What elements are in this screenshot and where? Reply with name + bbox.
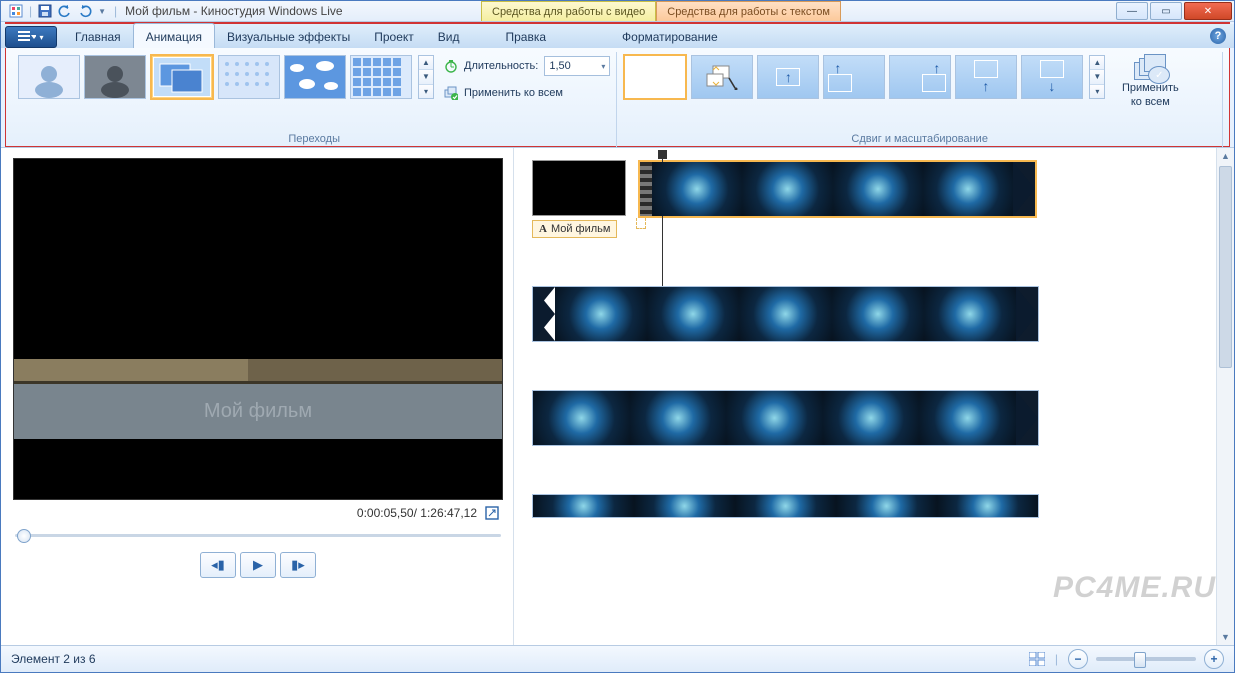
- panzoom-thumb-in-right[interactable]: ↑: [889, 55, 951, 99]
- watermark: PC4ME.RU: [1053, 571, 1216, 605]
- transitions-gallery-scroll[interactable]: ▲▼▾: [418, 55, 434, 99]
- preview-pane: Мой фильм 0:00:05,50/ 1:26:47,12 ◂▮ ▶ ▮▸: [1, 148, 513, 645]
- panzoom-thumb-auto[interactable]: [691, 55, 753, 99]
- clip-strip-4[interactable]: [532, 494, 1039, 518]
- play-button[interactable]: ▶: [240, 552, 276, 578]
- tab-project[interactable]: Проект: [362, 24, 426, 48]
- transition-thumb-1[interactable]: [18, 55, 80, 99]
- clip-strip-2[interactable]: [532, 286, 1039, 342]
- app-menu-button[interactable]: ▾: [5, 26, 57, 48]
- timer-icon: [444, 59, 458, 73]
- transition-thumb-2[interactable]: [84, 55, 146, 99]
- tab-view[interactable]: Вид: [426, 24, 472, 48]
- timeline-row-2: [532, 286, 1224, 342]
- transition-thumb-selected[interactable]: [150, 54, 214, 100]
- app-icon: [9, 4, 23, 18]
- panzoom-thumb-none[interactable]: [623, 54, 687, 100]
- zoom-in-button[interactable]: +: [1204, 649, 1224, 669]
- transition-thumb-5[interactable]: [284, 55, 346, 99]
- panzoom-gallery: ↑ ↑ ↑ ↑ ↓ ▲▼▾: [623, 54, 1105, 100]
- maximize-button[interactable]: ▭: [1150, 2, 1182, 20]
- view-thumbnails-icon[interactable]: [1029, 652, 1045, 666]
- transition-thumb-4[interactable]: [218, 55, 280, 99]
- timeline-pane: A Мой фильм: [513, 148, 1234, 645]
- timeline-row-4: [532, 494, 1224, 518]
- timeline-row-1: A Мой фильм: [532, 160, 1224, 238]
- minimize-button[interactable]: —: [1116, 2, 1148, 20]
- content-area: Мой фильм 0:00:05,50/ 1:26:47,12 ◂▮ ▶ ▮▸: [1, 147, 1234, 645]
- window-title: Мой фильм - Киностудия Windows Live: [117, 1, 350, 21]
- tab-animation[interactable]: Анимация: [133, 23, 215, 48]
- apply-all-big-icon: ✓: [1134, 54, 1166, 80]
- tab-formatting[interactable]: Форматирование: [610, 24, 730, 48]
- statusbar-separator: |: [1055, 652, 1058, 666]
- zoom-slider[interactable]: [1096, 657, 1196, 661]
- timeline-vertical-scrollbar[interactable]: ▲ ▼: [1216, 148, 1234, 645]
- transitions-gallery: ▲▼▾: [18, 54, 434, 100]
- title-caption-chip[interactable]: A Мой фильм: [532, 220, 617, 238]
- tab-visual-effects[interactable]: Визуальные эффекты: [215, 24, 362, 48]
- apply-all-label: Применить ко всем: [464, 87, 563, 99]
- text-A-icon: A: [539, 223, 547, 235]
- group-label-transitions: Переходы: [18, 130, 610, 148]
- save-icon[interactable]: [38, 4, 52, 18]
- next-frame-button[interactable]: ▮▸: [280, 552, 316, 578]
- seek-slider[interactable]: [15, 528, 501, 542]
- contextual-tab-video-tools[interactable]: Средства для работы с видео: [481, 1, 656, 21]
- status-text: Элемент 2 из 6: [11, 652, 96, 666]
- panzoom-thumb-out[interactable]: ↓: [1021, 55, 1083, 99]
- playback-controls: ◂▮ ▶ ▮▸: [13, 552, 503, 578]
- ribbon-group-pan-zoom: ↑ ↑ ↑ ↑ ↓ ▲▼▾ ✓ Применить ко всем Сдвиг …: [617, 52, 1223, 148]
- preview-monitor: Мой фильм: [13, 158, 503, 500]
- close-button[interactable]: ✕: [1184, 2, 1232, 20]
- qat-dropdown-icon[interactable]: ▼: [98, 7, 106, 16]
- fullscreen-icon[interactable]: [485, 506, 499, 520]
- redo-icon[interactable]: [78, 4, 92, 18]
- apply-all-icon: [444, 86, 458, 100]
- clip-title-thumb[interactable]: [532, 160, 626, 216]
- duration-input[interactable]: 1,50▾: [544, 56, 610, 76]
- preview-title-overlay: Мой фильм: [204, 400, 312, 423]
- timeline-row-3: [532, 390, 1224, 446]
- panzoom-thumb-in-center[interactable]: ↑: [757, 55, 819, 99]
- help-icon[interactable]: ?: [1210, 28, 1226, 44]
- statusbar: Элемент 2 из 6 | − +: [1, 645, 1234, 672]
- panzoom-thumb-in-top[interactable]: ↑: [955, 55, 1017, 99]
- panzoom-gallery-scroll[interactable]: ▲▼▾: [1089, 55, 1105, 99]
- group-label-panzoom: Сдвиг и масштабирование: [623, 130, 1216, 148]
- undo-icon[interactable]: [58, 4, 72, 18]
- apply-to-all-small[interactable]: Применить ко всем: [444, 84, 610, 102]
- duration-label: Длительность:: [464, 60, 538, 72]
- ribbon-group-transitions: ▲▼▾ Длительность: 1,50▾ Применить ко все…: [12, 52, 617, 148]
- time-display: 0:00:05,50/ 1:26:47,12: [13, 500, 503, 524]
- clip-strip-1[interactable]: [638, 160, 1037, 218]
- apply-to-all-big[interactable]: ✓ Применить ко всем: [1115, 54, 1185, 108]
- contextual-tab-text-tools[interactable]: Средства для работы с текстом: [656, 1, 841, 21]
- tab-home[interactable]: Главная: [63, 24, 133, 48]
- zoom-out-button[interactable]: −: [1068, 649, 1088, 669]
- prev-frame-button[interactable]: ◂▮: [200, 552, 236, 578]
- duration-control: Длительность: 1,50▾: [444, 54, 610, 78]
- app-window: | ▼ | Мой фильм - Киностудия Windows Liv…: [0, 0, 1235, 673]
- qat-separator: |: [29, 4, 32, 18]
- tab-edit[interactable]: Правка: [493, 24, 558, 48]
- panzoom-thumb-in-left[interactable]: ↑: [823, 55, 885, 99]
- clip-strip-3[interactable]: [532, 390, 1039, 446]
- ribbon-tabs: ▾ Главная Анимация Визуальные эффекты Пр…: [1, 24, 1234, 48]
- transition-thumb-6[interactable]: [350, 55, 412, 99]
- quick-access-toolbar: | ▼: [1, 1, 114, 21]
- zoom-control: − +: [1068, 649, 1224, 669]
- ribbon-body: ▲▼▾ Длительность: 1,50▾ Применить ко все…: [5, 48, 1230, 147]
- titlebar: | ▼ | Мой фильм - Киностудия Windows Liv…: [1, 1, 1234, 22]
